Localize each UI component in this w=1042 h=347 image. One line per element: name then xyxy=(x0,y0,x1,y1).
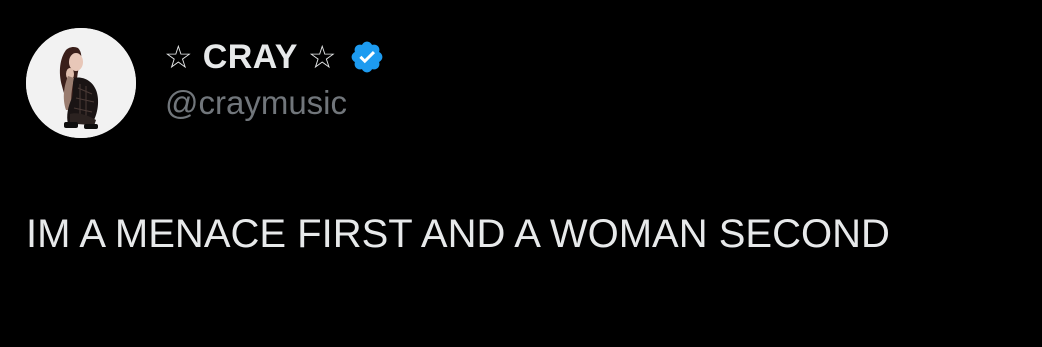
avatar[interactable] xyxy=(26,28,136,138)
author-name-row[interactable]: ☆ CRAY ☆ xyxy=(164,34,385,80)
tweet-card: ☆ CRAY ☆ @craymusic IM A MENACE FIRST AN… xyxy=(0,0,1042,347)
star-outline-icon: ☆ xyxy=(164,38,193,76)
verified-badge-icon xyxy=(349,39,385,75)
avatar-image xyxy=(26,28,136,138)
author-handle[interactable]: @craymusic xyxy=(165,86,347,119)
tweet-text: IM A MENACE FIRST AND A WOMAN SECOND xyxy=(26,212,890,256)
star-outline-icon: ☆ xyxy=(307,38,337,76)
display-name[interactable]: CRAY xyxy=(203,40,298,74)
